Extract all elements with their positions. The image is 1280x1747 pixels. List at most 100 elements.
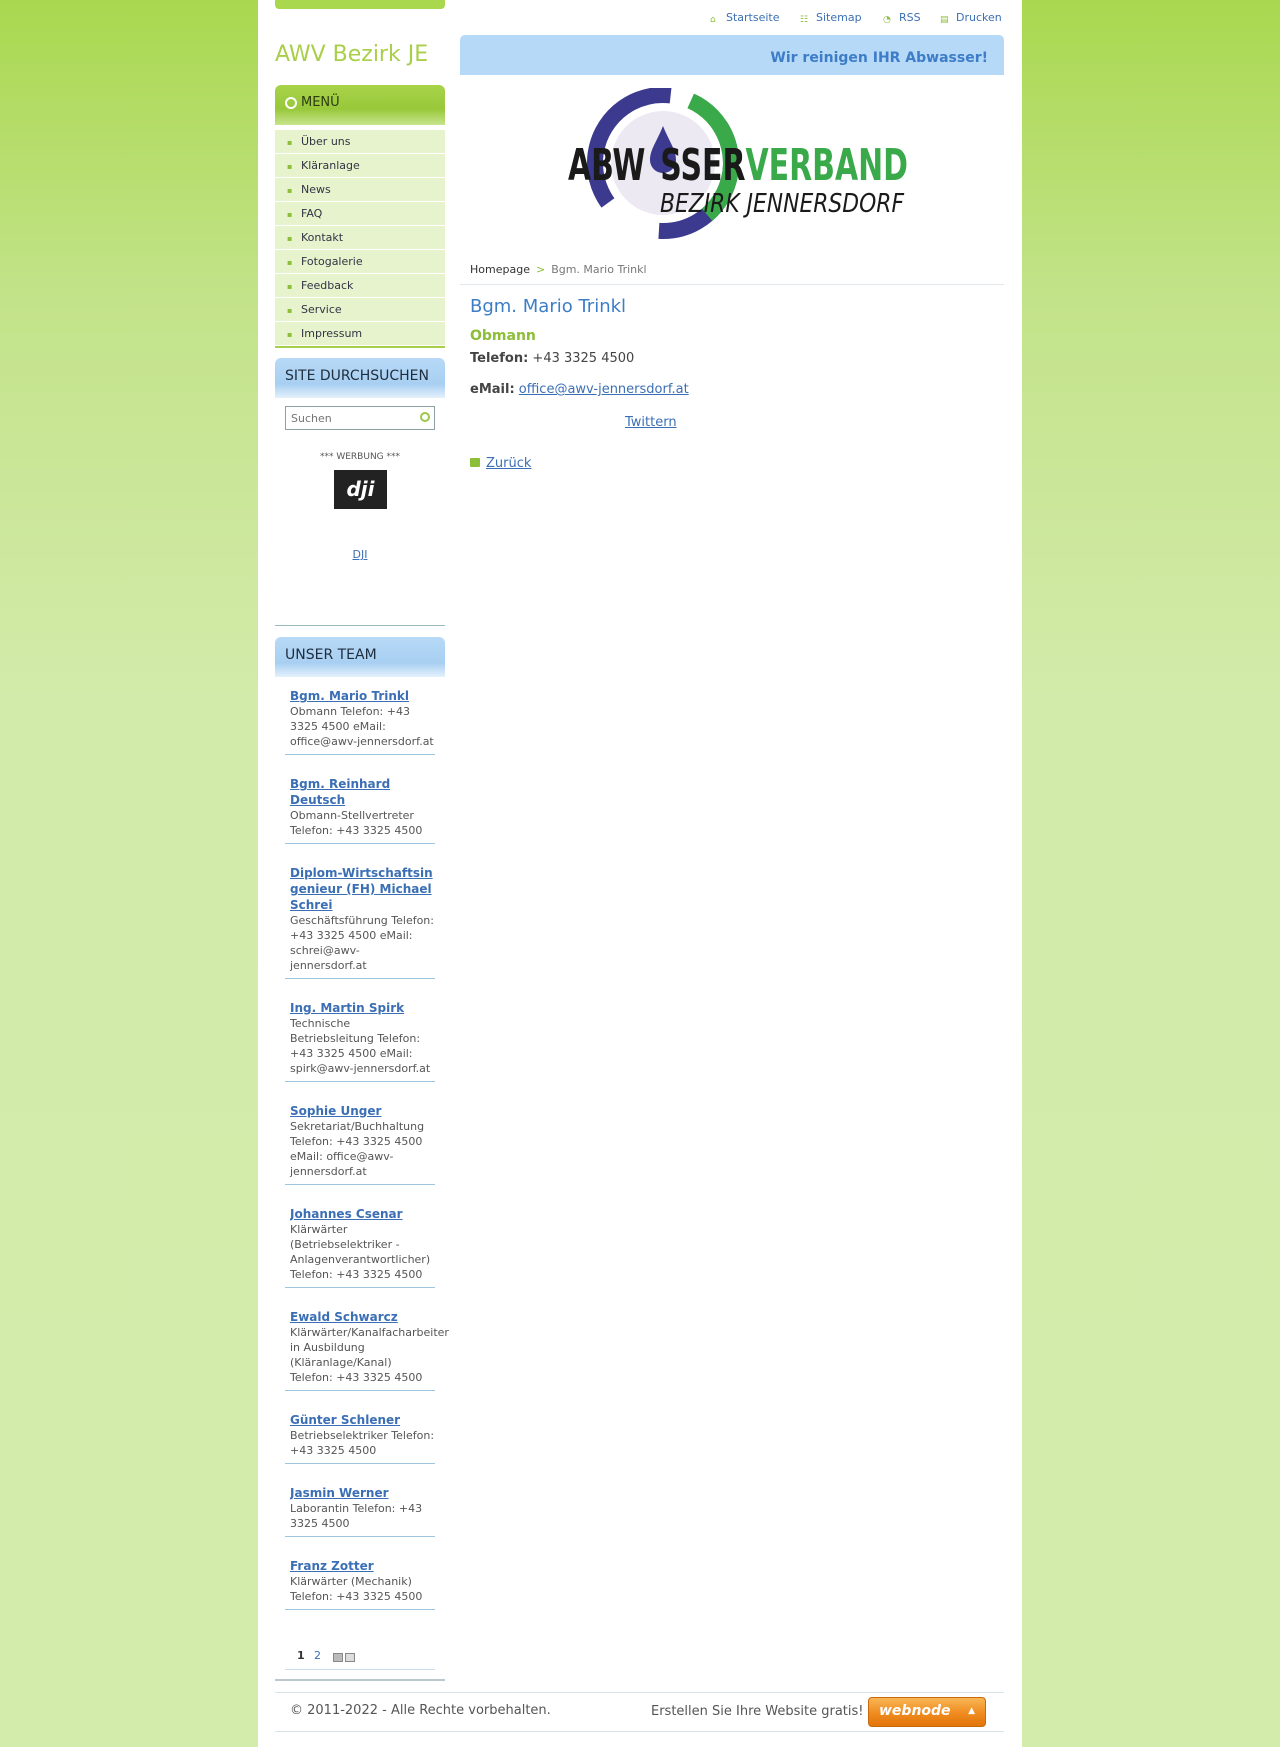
toplink-print[interactable]: ▤ Drucken: [940, 11, 1002, 25]
team-member: Günter Schlener Betriebselektriker Telefo…: [285, 1407, 435, 1464]
breadcrumb-home[interactable]: Homepage: [470, 263, 530, 276]
phone-value: +43 3325 4500: [532, 351, 635, 366]
menu-item-impressum[interactable]: ▪ Impressum: [275, 322, 445, 345]
page-container: ⌂ Startseite ☷ Sitemap ◔ RSS ▤ Drucken AWV B…: [258, 0, 1022, 1747]
toplink-rss[interactable]: ◔ RSS: [883, 11, 921, 25]
circle-icon: [285, 97, 297, 109]
team-member-name[interactable]: Ewald Schwarcz: [290, 1309, 435, 1325]
bullet-icon: ▪: [287, 282, 293, 291]
search-header: SITE DURCHSUCHEN: [275, 358, 445, 398]
abwasserverband-logo[interactable]: ABW SSERVERBAND BEZIRK JENNERSDORF: [568, 88, 908, 243]
team-member-name[interactable]: Diplom-Wirtschaftsingenieur (FH) Michael…: [290, 865, 435, 913]
toplink-sitemap[interactable]: ☷ Sitemap: [800, 11, 862, 25]
menu-item-service[interactable]: ▪ Service: [275, 298, 445, 321]
email-line: eMail: office@awv-jennersdorf.at: [470, 382, 689, 397]
team-member: Bgm. Mario Trinkl Obmann Telefon: +43 332…: [285, 683, 435, 755]
top-tab-decoration: [275, 0, 445, 9]
bullet-icon: ▪: [287, 258, 293, 267]
search-icon[interactable]: [420, 412, 430, 422]
team-member-name[interactable]: Johannes Csenar: [290, 1206, 435, 1222]
menu-item-kontakt[interactable]: ▪ Kontakt: [275, 226, 445, 249]
menu-item-fotogalerie[interactable]: ▪ Fotogalerie: [275, 250, 445, 273]
footer-divider: [275, 1692, 1004, 1693]
menu-item-faq[interactable]: ▪ FAQ: [275, 202, 445, 225]
bullet-icon: ▪: [287, 330, 293, 339]
team-member-name[interactable]: Franz Zotter: [290, 1558, 435, 1574]
toplink-home[interactable]: ⌂ Startseite: [710, 11, 780, 25]
team-member-desc: Sekretariat/Buchhaltung Telefon: +43 332…: [290, 1120, 425, 1178]
create-website-text[interactable]: Erstellen Sie Ihre Website gratis!: [651, 1704, 864, 1719]
team-member-desc: Klärwärter/Kanalfacharbeiter in Ausbildu…: [290, 1326, 449, 1384]
team-member: Jasmin Werner Laborantin Telefon: +43 332…: [285, 1480, 435, 1537]
email-link[interactable]: office@awv-jennersdorf.at: [519, 382, 689, 397]
top-links: ⌂ Startseite ☷ Sitemap ◔ RSS ▤ Drucken: [258, 11, 1004, 27]
team-member: Diplom-Wirtschaftsingenieur (FH) Michael…: [285, 860, 435, 979]
team-member-desc: Obmann-Stellvertreter Telefon: +43 3325 …: [290, 809, 423, 837]
print-icon: ▤: [940, 15, 949, 25]
ad-label: *** WERBUNG ***: [319, 452, 401, 462]
last-page-icon[interactable]: [345, 1653, 355, 1662]
menu-item-klaeranlage[interactable]: ▪ Kläranlage: [275, 154, 445, 177]
role-text: Obmann: [470, 328, 536, 344]
next-page-icon[interactable]: [333, 1653, 343, 1662]
logo-subtitle: BEZIRK JENNERSDORF: [660, 189, 905, 219]
logo-text-b: SSER: [660, 140, 745, 191]
main-menu: ▪ Über uns ▪ Kläranlage ▪ News ▪ FAQ ▪ Kontak…: [275, 130, 445, 348]
bullet-icon: ▪: [287, 210, 293, 219]
team-member: Bgm. Reinhard Deutsch Obmann-Stellvertret…: [285, 771, 435, 844]
pager-page-2[interactable]: 2: [314, 1649, 321, 1662]
back-link[interactable]: Zurück: [486, 456, 531, 471]
search-input[interactable]: [289, 409, 411, 427]
team-member-name[interactable]: Ing. Martin Spirk: [290, 1000, 435, 1016]
menu-item-ueber-uns[interactable]: ▪ Über uns: [275, 130, 445, 153]
breadcrumb-current: Bgm. Mario Trinkl: [551, 263, 647, 276]
team-member-desc: Klärwärter (Betriebselektriker - Anlagen…: [290, 1223, 431, 1281]
team-member: Johannes Csenar Klärwärter (Betriebselekt…: [285, 1201, 435, 1288]
bullet-icon: ▪: [287, 234, 293, 243]
team-member-desc: Technische Betriebsleitung Telefon: +43 …: [290, 1017, 431, 1075]
phone-label: Telefon:: [470, 351, 529, 366]
menu-item-feedback[interactable]: ▪ Feedback: [275, 274, 445, 297]
team-heading: UNSER TEAM: [285, 647, 377, 663]
team-member: Ewald Schwarcz Klärwärter/Kanalfacharbeit…: [285, 1304, 449, 1391]
dji-link[interactable]: DJI: [275, 548, 445, 561]
menu-item-news[interactable]: ▪ News: [275, 178, 445, 201]
dji-logo[interactable]: dji: [334, 470, 387, 509]
menu-heading: MENÜ: [301, 95, 340, 110]
team-member-name[interactable]: Günter Schlener: [290, 1412, 435, 1428]
team-member-desc: Klärwärter (Mechanik) Telefon: +43 3325 …: [290, 1575, 423, 1603]
team-member-name[interactable]: Jasmin Werner: [290, 1485, 435, 1501]
page-title: Bgm. Mario Trinkl: [470, 296, 627, 317]
logo-text-a: ABW: [568, 140, 645, 191]
team-member-name[interactable]: Sophie Unger: [290, 1103, 435, 1119]
team-member-desc: Obmann Telefon: +43 3325 4500 eMail: off…: [290, 705, 434, 748]
team-list: Bgm. Mario Trinkl Obmann Telefon: +43 332…: [285, 683, 449, 1626]
team-member-name[interactable]: Bgm. Reinhard Deutsch: [290, 776, 435, 808]
twitter-link[interactable]: Twittern: [625, 415, 677, 430]
copyright: © 2011-2022 - Alle Rechte vorbehalten.: [290, 1703, 551, 1718]
search-heading: SITE DURCHSUCHEN: [285, 368, 429, 384]
back-line: Zurück: [470, 456, 531, 471]
team-member-desc: Laborantin Telefon: +43 3325 4500: [290, 1502, 423, 1530]
team-member: Ing. Martin Spirk Technische Betriebsleit…: [285, 995, 435, 1082]
team-header: UNSER TEAM: [275, 637, 445, 677]
divider: [275, 625, 445, 626]
webnode-label: webnode: [879, 1703, 951, 1719]
team-member-desc: Geschäftsführung Telefon: +43 3325 4500 …: [290, 914, 434, 972]
phone-line: Telefon: +43 3325 4500: [470, 351, 634, 366]
slogan-banner: Wir reinigen IHR Abwasser!: [460, 35, 1004, 75]
team-member-desc: Betriebselektriker Telefon: +43 3325 450…: [290, 1429, 435, 1457]
site-title[interactable]: AWV Bezirk JE: [275, 42, 428, 67]
divider: [460, 284, 1004, 285]
bullet-icon: ▪: [287, 306, 293, 315]
team-pager: 1 2: [285, 1645, 435, 1670]
menu-header: MENÜ: [275, 85, 445, 125]
team-member: Franz Zotter Klärwärter (Mechanik) Telefo…: [285, 1553, 435, 1610]
breadcrumb-separator: >: [535, 263, 546, 276]
svg-text:ABWSSERVERBAND: ABW SSERVERBAND: [568, 140, 908, 191]
team-member-name[interactable]: Bgm. Mario Trinkl: [290, 688, 435, 704]
sitemap-icon: ☷: [800, 15, 809, 25]
logo-text-c: VERBAND: [746, 140, 908, 191]
webnode-button[interactable]: webnode ▲: [868, 1697, 986, 1727]
divider: [275, 1679, 445, 1681]
